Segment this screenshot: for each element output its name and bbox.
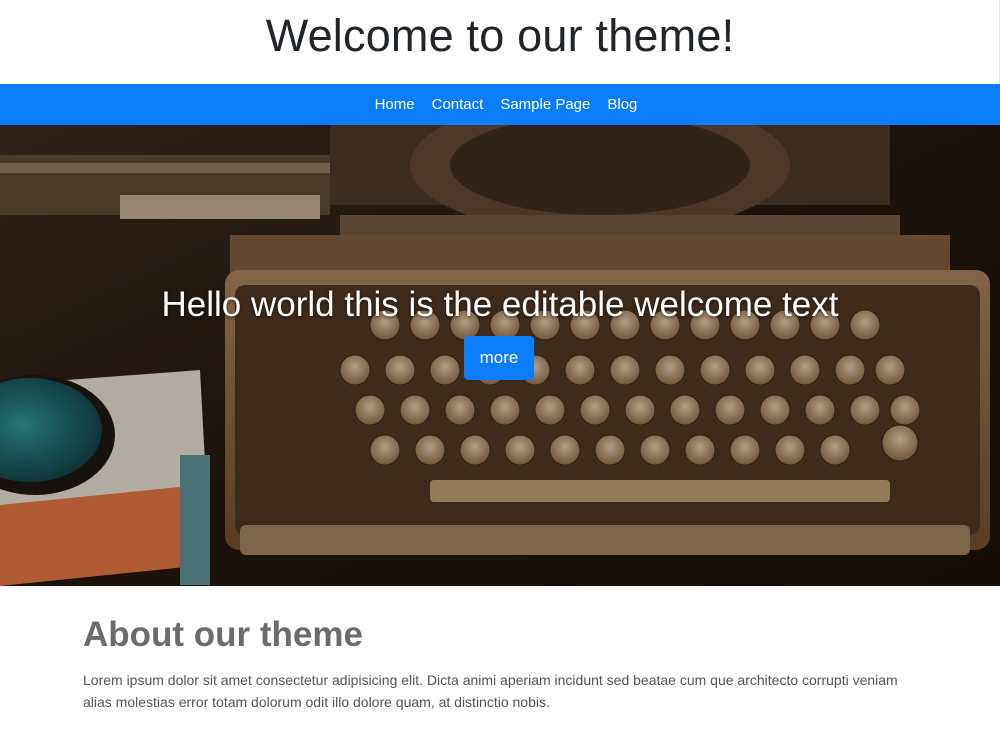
nav-link-contact[interactable]: Contact — [432, 96, 484, 113]
more-button[interactable]: more — [464, 336, 534, 380]
hero-section: Hello world this is the editable welcome… — [0, 125, 1000, 586]
nav-link-blog[interactable]: Blog — [607, 96, 637, 113]
about-title: About our theme — [83, 615, 363, 654]
nav-list: Home Contact Sample Page Blog — [363, 96, 638, 114]
nav-link-sample-page[interactable]: Sample Page — [500, 96, 590, 113]
nav-link-home[interactable]: Home — [375, 96, 415, 113]
main-navbar: Home Contact Sample Page Blog — [0, 84, 1000, 125]
site-header: Welcome to our theme! — [0, 0, 1000, 84]
about-section: About our theme Lorem ipsum dolor sit am… — [83, 615, 913, 713]
hero-title: Hello world this is the editable welcome… — [161, 285, 839, 324]
about-text: Lorem ipsum dolor sit amet consectetur a… — [83, 671, 898, 710]
site-title: Welcome to our theme! — [265, 9, 735, 61]
